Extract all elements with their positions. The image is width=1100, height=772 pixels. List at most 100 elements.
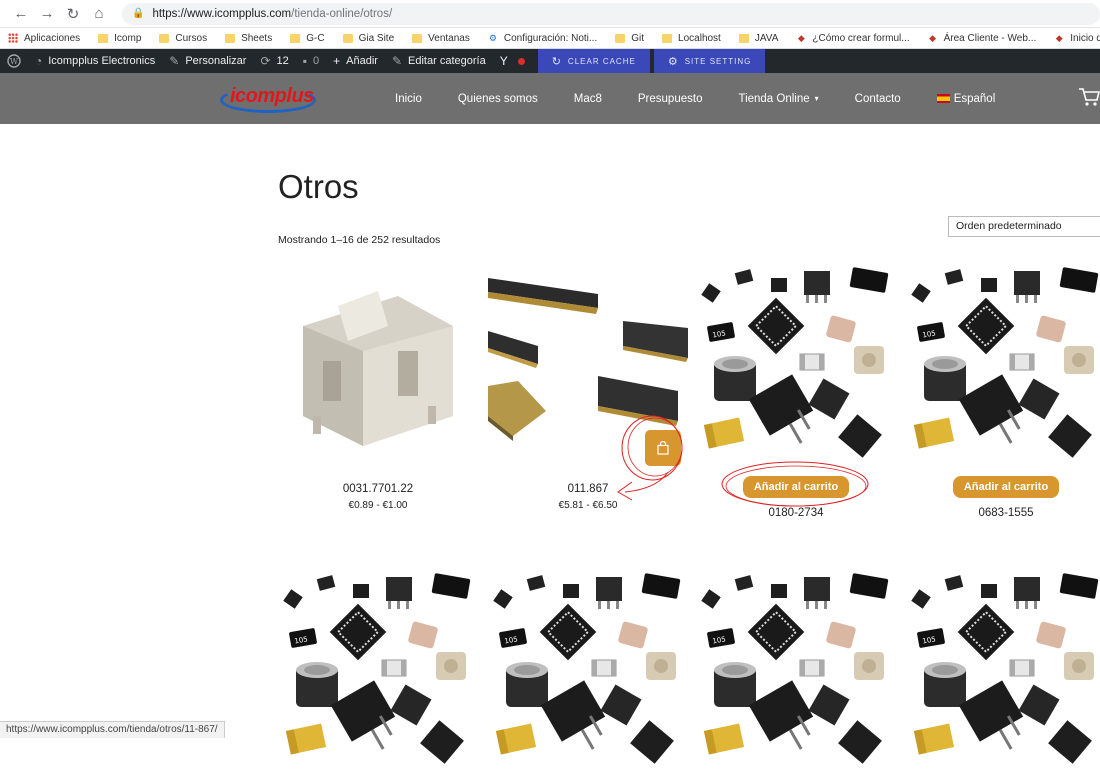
yoast-icon: Y (500, 54, 508, 68)
product-card[interactable]: 105 (696, 572, 896, 772)
bookmark-item[interactable]: Ventanas (412, 33, 470, 44)
bookmark-item[interactable]: G-C (290, 33, 324, 44)
bookmark-item[interactable]: Sheets (225, 33, 272, 44)
bookmark-item[interactable]: Cursos (159, 33, 207, 44)
product-image[interactable]: 105 (278, 572, 478, 772)
refresh-icon: ↻ (552, 55, 562, 68)
wp-edit-category[interactable]: ✎Editar categoría (385, 49, 493, 73)
site-icon: ◆ (1054, 33, 1064, 43)
page-title: Otros (278, 168, 359, 206)
apps-icon (8, 33, 18, 43)
bookmark-item[interactable]: ◆ ¿Cómo crear formul... (796, 33, 909, 44)
wp-site-name-label: Icompplus Electronics (48, 55, 155, 67)
bookmark-item[interactable]: JAVA (739, 33, 779, 44)
bookmark-label: Sheets (241, 33, 272, 44)
folder-icon (290, 34, 300, 43)
bookmark-item[interactable]: Aplicaciones (8, 33, 80, 44)
nav-inicio[interactable]: Inicio (395, 93, 422, 105)
bookmark-item[interactable]: ◆ Inicio de sesión de... (1054, 33, 1100, 44)
product-image[interactable] (278, 266, 478, 466)
product-card[interactable]: 011.867 €5.81 - €6.50 (488, 266, 688, 511)
gear-icon: ⚙ (488, 33, 498, 43)
bookmark-label: Inicio de sesión de... (1070, 33, 1100, 44)
seo-status-dot (518, 58, 525, 65)
main-navigation: Inicio Quienes somos Mac8 Presupuesto Ti… (395, 73, 1031, 124)
bookmark-item[interactable]: ⚙ Configuración: Noti... (488, 33, 597, 44)
wp-admin-bar: W ◔Icompplus Electronics ✎Personalizar ⟳… (0, 49, 1100, 73)
wp-customize[interactable]: ✎Personalizar (162, 49, 253, 73)
nav-quienes-somos[interactable]: Quienes somos (458, 93, 538, 105)
bookmark-label: ¿Cómo crear formul... (812, 33, 909, 44)
folder-icon (98, 34, 108, 43)
wp-site-name[interactable]: ◔Icompplus Electronics (28, 49, 162, 73)
gear-icon: ⚙ (668, 55, 679, 68)
product-card[interactable]: 105 (906, 572, 1100, 772)
cart-icon[interactable] (1078, 87, 1100, 107)
bookmark-label: Localhost (678, 33, 721, 44)
back-arrow-icon[interactable]: ← (8, 3, 34, 25)
folder-icon (739, 34, 749, 43)
folder-icon (225, 34, 235, 43)
product-card[interactable]: 105 Añadir al carrito 0683-1555 (906, 266, 1100, 519)
wp-comments[interactable]: ▪0 (296, 49, 326, 73)
bookmark-label: Cursos (175, 33, 207, 44)
site-icon: ◆ (796, 33, 806, 43)
product-card[interactable]: 105 (488, 572, 688, 772)
wp-logo-menu[interactable]: W (0, 49, 28, 73)
folder-icon (615, 34, 625, 43)
nav-contacto[interactable]: Contacto (855, 93, 901, 105)
product-image[interactable]: 105 (488, 572, 688, 772)
electronic-components-image: 105 (488, 572, 688, 772)
product-name[interactable]: 0683-1555 (906, 507, 1100, 519)
bookmark-item[interactable]: Localhost (662, 33, 721, 44)
bookmark-item[interactable]: Gia Site (343, 33, 395, 44)
site-setting-button[interactable]: ⚙SITE SETTING (654, 49, 766, 73)
result-count: Mostrando 1–16 de 252 resultados (278, 234, 440, 246)
product-card[interactable]: 105 (278, 572, 478, 772)
site-icon: ◆ (928, 33, 938, 43)
nav-language[interactable]: Español (937, 93, 996, 105)
folder-icon (343, 34, 353, 43)
wp-add-new[interactable]: +Añadir (326, 49, 385, 73)
bookmark-item[interactable]: Git (615, 33, 644, 44)
nav-presupuesto[interactable]: Presupuesto (638, 93, 703, 105)
status-bar-url: https://www.icompplus.com/tienda/otros/1… (0, 721, 225, 738)
bookmark-label: G-C (306, 33, 324, 44)
bookmark-label: Configuración: Noti... (504, 33, 597, 44)
bookmark-item[interactable]: Icomp (98, 33, 141, 44)
product-name[interactable]: 0031.7701.22 (278, 483, 478, 495)
site-logo[interactable]: icomplus (220, 83, 316, 113)
clear-cache-button[interactable]: ↻CLEAR CACHE (538, 49, 650, 73)
add-to-cart-button[interactable]: Añadir al carrito (743, 476, 849, 498)
add-to-cart-bag-button[interactable] (645, 430, 681, 466)
reload-icon[interactable]: ↻ (60, 3, 86, 25)
home-icon[interactable]: ⌂ (86, 3, 112, 25)
product-image[interactable]: 105 (696, 572, 896, 772)
bookmark-label: JAVA (755, 33, 779, 44)
product-name[interactable]: 0180-2734 (696, 507, 896, 519)
nav-language-label: Español (954, 93, 996, 105)
product-name[interactable]: 011.867 (488, 483, 688, 495)
product-card[interactable]: 105 Añadir al carrito 0180-2734 (696, 266, 896, 519)
product-image[interactable]: 105 (696, 266, 896, 466)
bookmark-item[interactable]: ◆Área Cliente - Web... (928, 33, 1037, 44)
product-image[interactable] (488, 266, 688, 466)
orderby-select[interactable]: Orden predeterminado (948, 216, 1100, 237)
wp-customize-label: Personalizar (185, 55, 246, 67)
product-card[interactable]: 0031.7701.22 €0.89 - €1.00 (278, 266, 478, 511)
wp-updates[interactable]: ⟳12 (253, 49, 295, 73)
forward-arrow-icon[interactable]: → (34, 3, 60, 25)
wp-updates-count: 12 (277, 55, 289, 67)
address-bar[interactable]: 🔒 https://www.icompplus.com/tienda-onlin… (122, 3, 1100, 25)
bookmark-label: Icomp (114, 33, 141, 44)
product-image[interactable]: 105 (906, 266, 1100, 466)
add-to-cart-button[interactable]: Añadir al carrito (953, 476, 1059, 498)
electronic-components-image: 105 (906, 266, 1100, 466)
wp-seo[interactable]: Y (493, 49, 532, 73)
wp-edit-category-label: Editar categoría (408, 55, 486, 67)
nav-tienda-online[interactable]: Tienda Online▾ (738, 93, 818, 105)
nav-mac8[interactable]: Mac8 (574, 93, 602, 105)
bookmark-label: Aplicaciones (24, 33, 80, 44)
wordpress-icon: W (7, 54, 21, 68)
product-image[interactable]: 105 (906, 572, 1100, 772)
